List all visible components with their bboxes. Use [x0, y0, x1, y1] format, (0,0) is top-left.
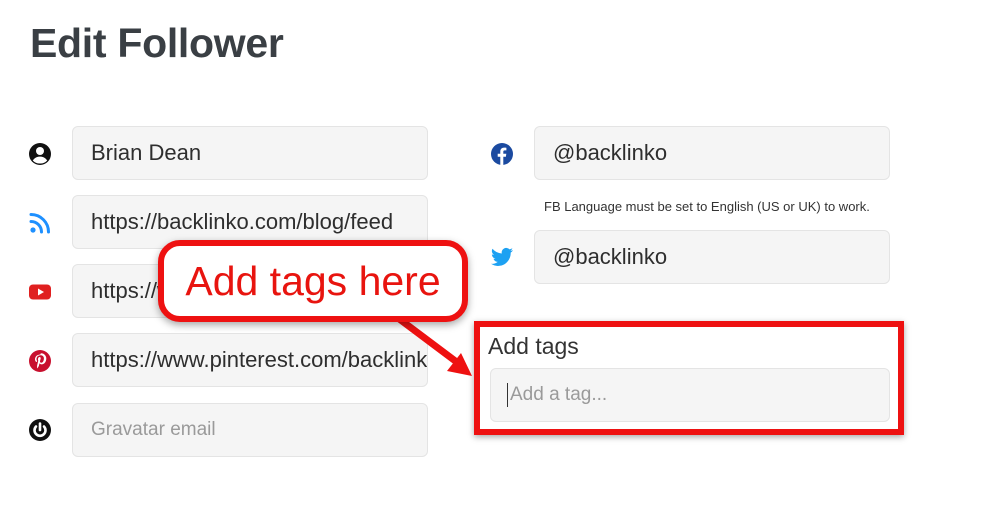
- name-field[interactable]: Brian Dean: [72, 126, 428, 180]
- facebook-language-note: FB Language must be set to English (US o…: [544, 199, 870, 214]
- twitter-icon: [490, 245, 514, 269]
- twitter-field[interactable]: @backlinko: [534, 230, 890, 284]
- text-caret: [507, 383, 508, 407]
- callout-bubble: Add tags here: [158, 240, 468, 322]
- gravatar-icon: [28, 418, 52, 442]
- facebook-field[interactable]: @backlinko: [534, 126, 890, 180]
- user-circle-icon: [28, 142, 52, 166]
- gravatar-email-field[interactable]: Gravatar email: [72, 403, 428, 457]
- pinterest-icon: [28, 349, 52, 373]
- pinterest-field[interactable]: https://www.pinterest.com/backlinko: [72, 333, 428, 387]
- page-title: Edit Follower: [30, 20, 284, 66]
- facebook-icon: [490, 142, 514, 166]
- youtube-icon: [28, 280, 52, 304]
- rss-icon: [28, 211, 52, 235]
- tags-label: Add tags: [488, 333, 579, 359]
- add-tag-placeholder: Add a tag...: [510, 384, 608, 405]
- add-tag-input[interactable]: Add a tag...: [490, 368, 890, 422]
